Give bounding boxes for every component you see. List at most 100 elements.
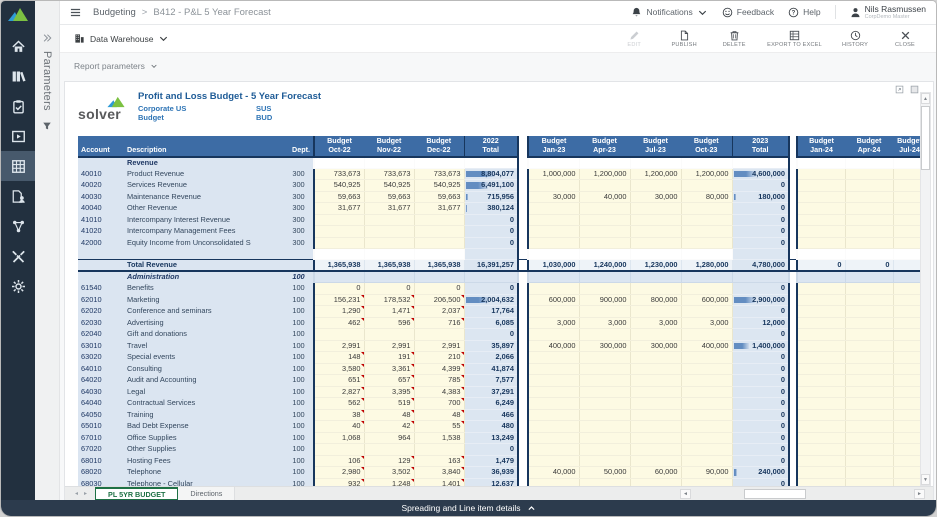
sidebar-item-gear[interactable] xyxy=(1,271,35,301)
cell-budget-value[interactable] xyxy=(630,203,681,215)
cell-budget-value[interactable] xyxy=(681,432,732,444)
cell-budget-value[interactable] xyxy=(845,180,893,192)
cell-budget-value[interactable] xyxy=(681,386,732,398)
cell-budget-value[interactable] xyxy=(681,478,732,486)
cell-budget-value[interactable]: 1,290 xyxy=(314,306,364,318)
cell-budget-value[interactable]: 40,000 xyxy=(579,191,630,203)
sidebar-item-binder[interactable] xyxy=(1,61,35,91)
cell-budget-value[interactable]: 191 xyxy=(364,352,414,364)
cell-budget-value[interactable] xyxy=(845,214,893,226)
cell-budget-value[interactable]: 129 xyxy=(364,455,414,467)
cell-budget-value[interactable] xyxy=(528,409,579,421)
cell-budget-value[interactable] xyxy=(681,352,732,364)
feedback-button[interactable]: Feedback xyxy=(722,7,774,18)
cell-budget-value[interactable]: 733,673 xyxy=(414,168,464,180)
cell-budget-value[interactable] xyxy=(630,214,681,226)
cell-budget-value[interactable]: 300,000 xyxy=(579,340,630,352)
cell-budget-value[interactable] xyxy=(845,363,893,375)
cell-budget-value[interactable]: 2,991 xyxy=(314,340,364,352)
cell-budget-value[interactable] xyxy=(845,191,893,203)
cell-budget-value[interactable] xyxy=(579,432,630,444)
cell-budget-value[interactable] xyxy=(845,237,893,249)
cell-budget-value[interactable]: 48 xyxy=(414,409,464,421)
cell-budget-value[interactable]: 40,000 xyxy=(528,467,579,479)
cell-budget-value[interactable]: 30,000 xyxy=(528,191,579,203)
cell-budget-value[interactable]: 562 xyxy=(314,398,364,410)
cell-budget-value[interactable]: 59,663 xyxy=(414,191,464,203)
cell-budget-value[interactable]: 3,361 xyxy=(364,363,414,375)
history-button[interactable]: HISTORY xyxy=(832,28,878,49)
cell-budget-value[interactable]: 716 xyxy=(414,317,464,329)
cell-budget-value[interactable] xyxy=(630,237,681,249)
cell-budget-value[interactable]: 210 xyxy=(414,352,464,364)
cell-budget-value[interactable] xyxy=(630,363,681,375)
cell-budget-value[interactable]: 206,500 xyxy=(414,294,464,306)
cell-budget-value[interactable] xyxy=(797,432,845,444)
cell-budget-value[interactable] xyxy=(681,421,732,433)
cell-budget-value[interactable]: 48 xyxy=(364,409,414,421)
cell-budget-value[interactable] xyxy=(528,398,579,410)
cell-budget-value[interactable]: 3,000 xyxy=(579,317,630,329)
cell-budget-value[interactable]: 733,673 xyxy=(314,168,364,180)
cell-budget-value[interactable]: 1,200,000 xyxy=(630,168,681,180)
cell-budget-value[interactable]: 932 xyxy=(314,478,364,486)
cell-budget-value[interactable]: 657 xyxy=(364,375,414,387)
cell-budget-value[interactable]: 80,000 xyxy=(681,191,732,203)
sidebar-item-tools[interactable] xyxy=(1,241,35,271)
cell-budget-value[interactable]: 964 xyxy=(364,432,414,444)
cell-budget-value[interactable]: 50,000 xyxy=(579,467,630,479)
cell-budget-value[interactable] xyxy=(528,329,579,341)
cell-budget-value[interactable] xyxy=(797,409,845,421)
scroll-left-icon[interactable]: ◄ xyxy=(680,489,691,499)
help-button[interactable]: ? Help xyxy=(788,7,820,18)
cell-budget-value[interactable] xyxy=(528,386,579,398)
cell-budget-value[interactable]: 462 xyxy=(314,317,364,329)
cell-budget-value[interactable] xyxy=(528,226,579,238)
cell-budget-value[interactable] xyxy=(630,180,681,192)
cell-budget-value[interactable] xyxy=(845,317,893,329)
cell-budget-value[interactable] xyxy=(314,226,364,238)
cell-budget-value[interactable] xyxy=(528,444,579,456)
cell-budget-value[interactable] xyxy=(414,329,464,341)
horizontal-scroll-thumb[interactable] xyxy=(744,489,806,499)
cell-budget-value[interactable]: 40 xyxy=(314,421,364,433)
cell-budget-value[interactable]: 3,000 xyxy=(528,317,579,329)
cell-budget-value[interactable] xyxy=(681,180,732,192)
cell-budget-value[interactable] xyxy=(579,398,630,410)
cell-budget-value[interactable] xyxy=(414,214,464,226)
cell-budget-value[interactable] xyxy=(528,306,579,318)
cell-budget-value[interactable] xyxy=(579,421,630,433)
cell-budget-value[interactable] xyxy=(681,203,732,215)
cell-budget-value[interactable]: 1,538 xyxy=(414,432,464,444)
cell-budget-value[interactable] xyxy=(845,203,893,215)
cell-budget-value[interactable] xyxy=(579,478,630,486)
cell-budget-value[interactable] xyxy=(845,168,893,180)
cell-budget-value[interactable] xyxy=(579,237,630,249)
sidebar-item-report-player[interactable] xyxy=(1,121,35,151)
cell-budget-value[interactable] xyxy=(681,283,732,295)
cell-budget-value[interactable] xyxy=(797,478,845,486)
cell-budget-value[interactable]: 31,677 xyxy=(314,203,364,215)
cell-budget-value[interactable] xyxy=(364,237,414,249)
cell-budget-value[interactable]: 3,580 xyxy=(314,363,364,375)
cell-budget-value[interactable]: 3,395 xyxy=(364,386,414,398)
cell-budget-value[interactable] xyxy=(528,478,579,486)
cell-budget-value[interactable] xyxy=(364,444,414,456)
cell-budget-value[interactable] xyxy=(528,283,579,295)
cell-budget-value[interactable]: 540,925 xyxy=(314,180,364,192)
cell-budget-value[interactable] xyxy=(528,203,579,215)
cell-budget-value[interactable] xyxy=(797,398,845,410)
delete-button[interactable]: DELETE xyxy=(711,28,757,49)
cell-budget-value[interactable] xyxy=(528,375,579,387)
cell-budget-value[interactable] xyxy=(314,444,364,456)
cell-budget-value[interactable]: 148 xyxy=(314,352,364,364)
cell-budget-value[interactable]: 1,248 xyxy=(364,478,414,486)
popout-icon[interactable] xyxy=(895,85,904,94)
cell-budget-value[interactable] xyxy=(845,421,893,433)
cell-budget-value[interactable]: 600,000 xyxy=(681,294,732,306)
cell-budget-value[interactable] xyxy=(579,409,630,421)
sidebar-item-clipboard-check[interactable] xyxy=(1,91,35,121)
cell-budget-value[interactable]: 1,471 xyxy=(364,306,414,318)
cell-budget-value[interactable] xyxy=(797,317,845,329)
notifications-button[interactable]: Notifications xyxy=(631,7,707,18)
